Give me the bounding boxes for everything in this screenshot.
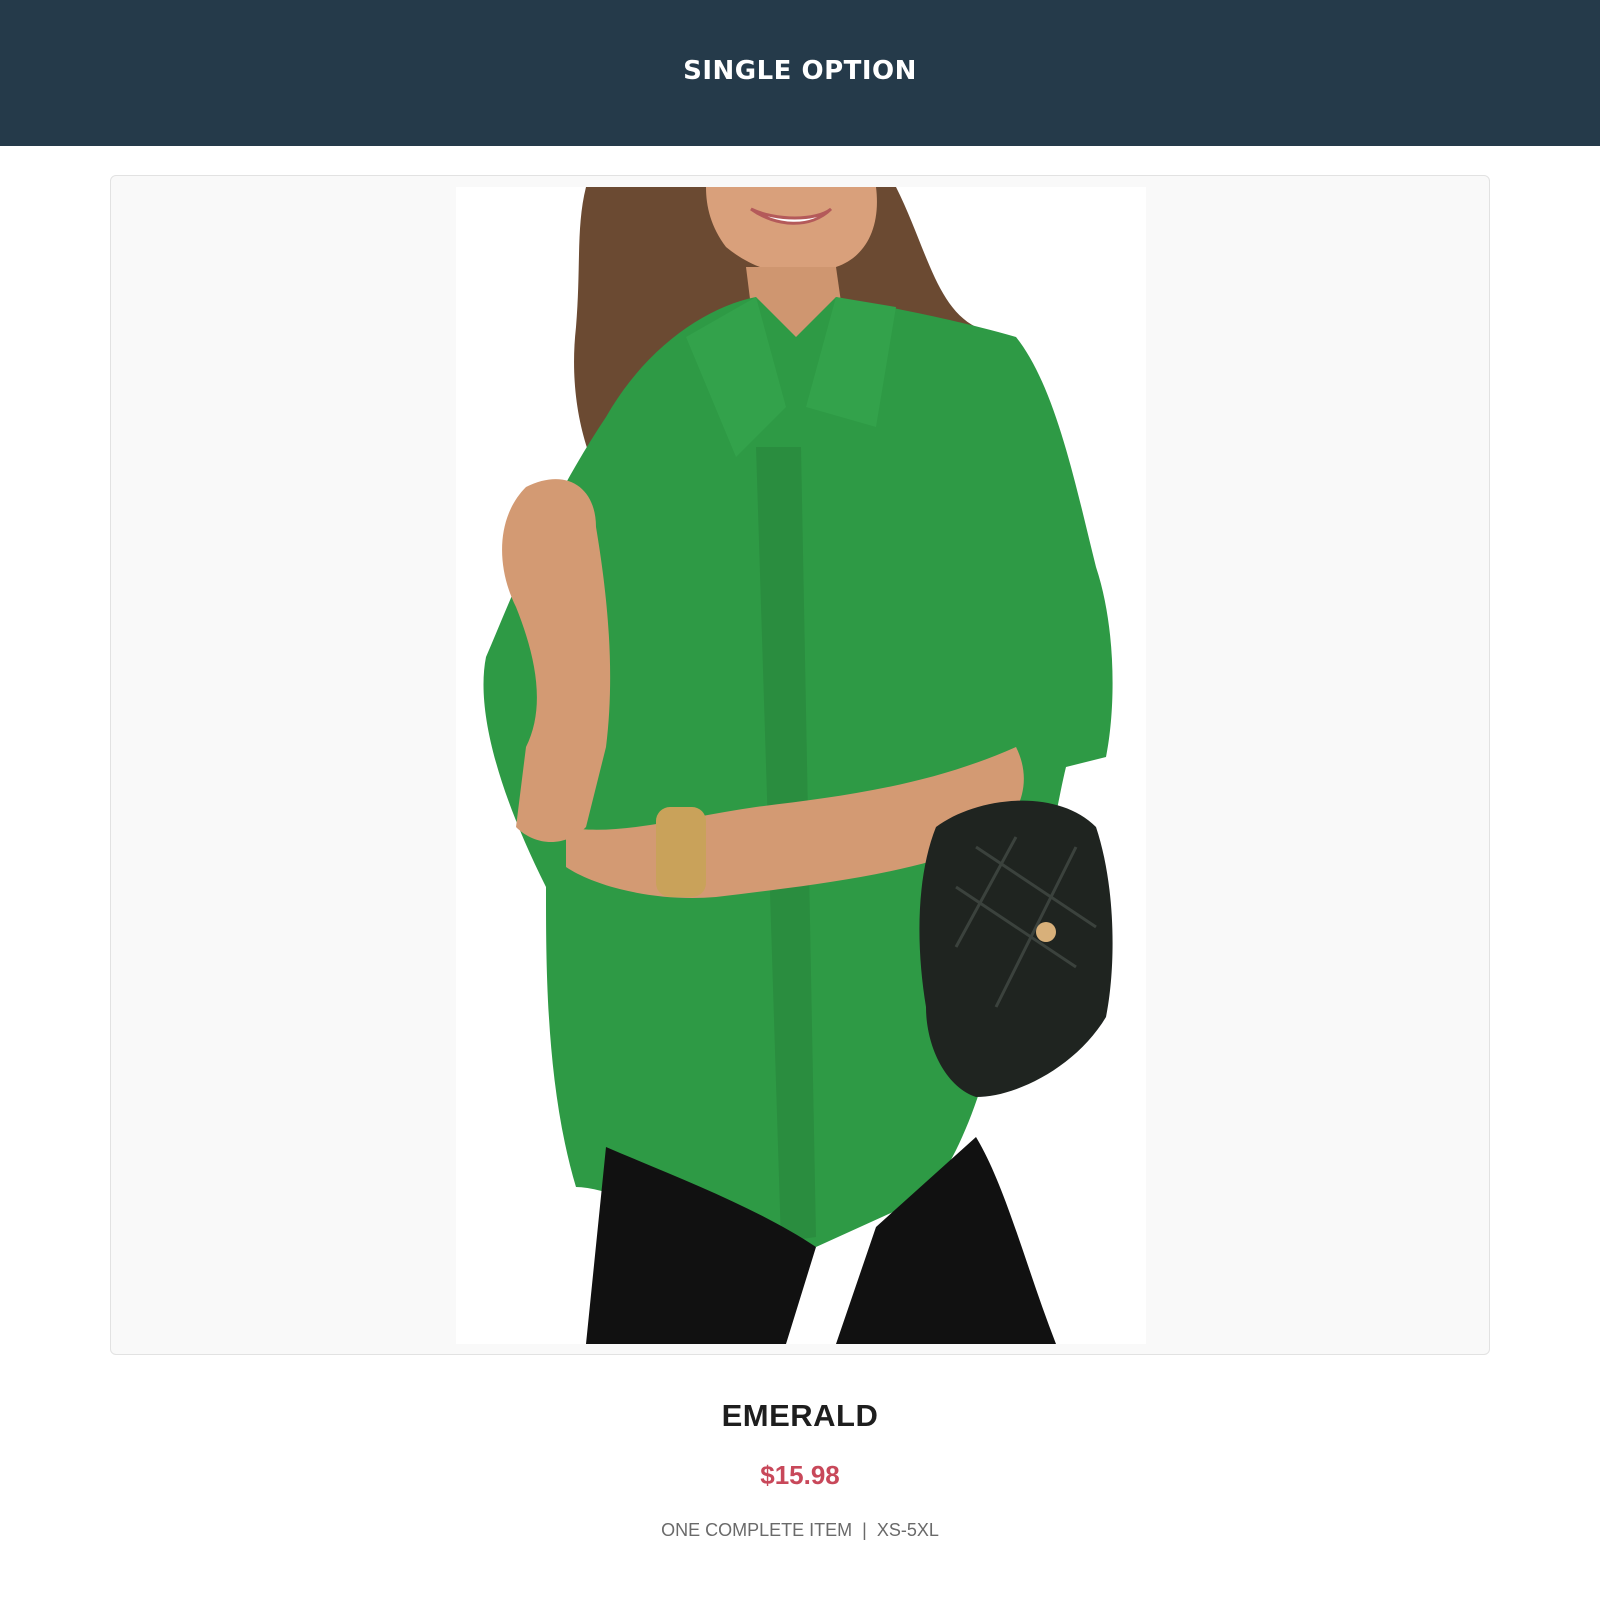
page-title: SINGLE OPTION [683,56,917,86]
product-sizes: XS-5XL [876,1520,939,1540]
meta-separator: | [862,1520,867,1540]
product-meta: ONE COMPLETE ITEM | XS-5XL [0,1520,1600,1541]
product-image-card[interactable] [110,175,1490,1355]
product-price: $15.98 [760,1460,840,1490]
product-photo[interactable] [456,187,1146,1344]
product-name: EMERALD [721,1398,879,1433]
product-photo-illustration [456,187,1146,1344]
page-header: SINGLE OPTION [0,0,1600,146]
product-detail: ONE COMPLETE ITEM [661,1520,853,1540]
